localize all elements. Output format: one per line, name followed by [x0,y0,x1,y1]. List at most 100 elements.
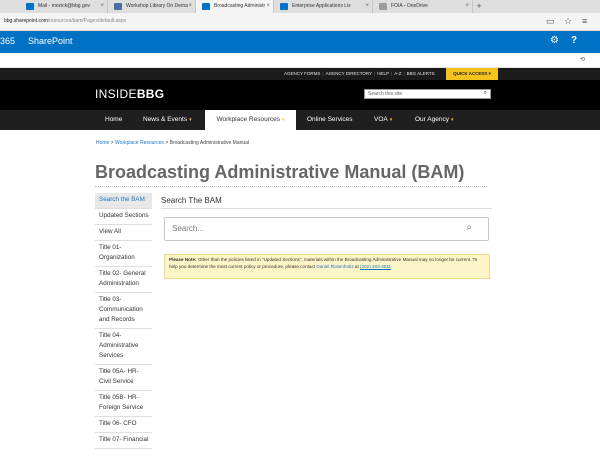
title-divider [95,186,487,187]
sharepoint-suite-bar: 365 SharePoint ⚙ ? [0,31,600,53]
section-divider [161,208,492,209]
bam-search-input[interactable]: Search... ⌕ [164,217,489,241]
url-path: /resources/bam/Pages/default.aspx [47,18,127,24]
browser-tab-strip: Mail - mozick@bbg.gov × Workshop Library… [0,0,600,13]
left-nav-item-view-all[interactable]: View All [95,225,152,241]
outlook-icon [26,3,34,10]
hub-icon[interactable]: ≡ [582,16,587,26]
phone-link[interactable]: (202) 203-4011 [360,264,391,269]
separator: | [322,71,324,76]
left-nav-item-title-03[interactable]: Title 03- Communication and Records [95,293,152,329]
left-nav-item-title-01[interactable]: Title 01- Organization [95,241,152,267]
left-nav-item-title-06[interactable]: Title 06- CFO [95,417,152,433]
tab-title: Mail - mozick@bbg.gov [38,3,91,9]
quick-access-button[interactable]: QUICK ACCESS ▾ [446,68,498,80]
breadcrumb-home[interactable]: Home [96,140,109,146]
browser-tab-foia[interactable]: FOIA - OneDrive × [373,0,473,13]
logo-inside: INSIDE [95,87,137,101]
separator: | [374,71,376,76]
nav-item-workplace-resources[interactable]: Workplace Resources ▾ [205,110,296,130]
search-section-title: Search The BAM [161,196,222,205]
separator: | [391,71,393,76]
notice-label: Please Note: [169,257,197,262]
library-icon [114,3,122,10]
url-text[interactable]: bbg.sharepoint.com/resources/bam/Pages/d… [4,18,126,24]
chevron-down-icon: ▾ [450,117,454,123]
nav-label: VOA [374,116,388,123]
close-icon[interactable]: × [365,0,369,13]
contact-link[interactable]: Daniel Rosenholtz [316,264,353,269]
sharepoint-icon [202,3,210,10]
site-search-input[interactable]: Search this site ⌕ [364,89,491,99]
browser-tab-enterprise[interactable]: Enterprise Applications Lis × [274,0,373,13]
sharepoint-app-title[interactable]: SharePoint [28,36,73,46]
sync-icon[interactable]: ⟲ [580,56,585,63]
left-nav: Search the BAM Updated Sections View All… [95,193,152,449]
tab-title: Workshop Library On Dema [126,3,188,9]
utility-bar: AGENCY FORMS | AGENCY DIRECTORY | HELP | A-Z | B… [0,68,600,80]
help-icon[interactable]: ? [571,35,577,46]
nav-label: News & Events [143,116,188,123]
browser-tab-workshop[interactable]: Workshop Library On Dema × [108,0,196,13]
browser-tab-bam[interactable]: Broadcasting Administr × [196,0,274,13]
nav-item-news-events[interactable]: News & Events ▾ [143,110,192,130]
main-nav: Home News & Events ▾ Workplace Resources ▾… [0,110,600,130]
util-link-help[interactable]: HELP [377,71,389,76]
excel-icon [280,3,288,10]
tab-title: Enterprise Applications Lis [292,3,351,9]
close-icon[interactable]: × [266,0,270,13]
search-icon[interactable]: ⌕ [466,222,472,233]
site-header: INSIDEBBG Search this site ⌕ [0,80,600,110]
url-domain: bbg.sharepoint.com [4,18,48,24]
site-search-placeholder: Search this site [368,91,403,97]
breadcrumb-separator: > [165,140,169,146]
favorite-star-icon[interactable]: ☆ [564,16,572,27]
util-link-a-z[interactable]: A-Z [394,71,401,76]
breadcrumb-current: Broadcasting Administrative Manual [169,140,250,146]
nav-label: Home [105,116,123,123]
left-nav-item-title-05b[interactable]: Title 05B- HR- Foreign Service [95,391,152,417]
left-nav-item-title-02[interactable]: Title 02- General Administration [95,267,152,293]
left-nav-item-title-04[interactable]: Title 04- Administrative Services [95,329,152,365]
inside-bbg-logo[interactable]: INSIDEBBG [95,87,164,101]
reading-view-icon[interactable]: ▭ [546,16,555,27]
tab-title: FOIA - OneDrive [391,3,428,9]
office365-label[interactable]: 365 [0,36,15,46]
nav-item-our-agency[interactable]: Our Agency ▾ [415,110,453,130]
close-icon[interactable]: × [100,0,104,13]
left-nav-item-title-07[interactable]: Title 07- Financial [95,433,152,449]
nav-item-home[interactable]: Home [105,110,122,130]
nav-label: Our Agency [415,116,449,123]
left-nav-item-updated-sections[interactable]: Updated Sections [95,209,152,225]
chevron-down-icon: ▾ [189,117,192,123]
util-link-bbg-alerts[interactable]: BBG ALERTS [407,71,435,76]
left-nav-item-title-05a[interactable]: Title 05A- HR- Civil Service [95,365,152,391]
chevron-down-icon: ▾ [389,117,393,123]
breadcrumb-separator: > [110,140,114,146]
gear-icon[interactable]: ⚙ [550,35,559,46]
nav-label: Online Services [307,116,353,123]
utility-links: AGENCY FORMS | AGENCY DIRECTORY | HELP | A-Z | B… [284,68,435,80]
separator: | [403,71,405,76]
util-link-agency-forms[interactable]: AGENCY FORMS [284,71,320,76]
close-icon[interactable]: × [465,0,469,13]
bam-search-placeholder: Search... [172,224,205,233]
new-tab-button[interactable]: + [473,0,485,13]
nav-label: Workplace Resources [216,116,280,123]
search-icon[interactable]: ⌕ [484,90,487,97]
breadcrumb: Home > Workplace Resources > Broadcastin… [96,140,249,146]
util-link-agency-directory[interactable]: AGENCY DIRECTORY [326,71,373,76]
browser-tab-mail[interactable]: Mail - mozick@bbg.gov × [20,0,108,13]
address-bar[interactable]: bbg.sharepoint.com/resources/bam/Pages/d… [0,13,600,31]
logo-bbg: BBG [136,87,165,101]
nav-item-voa[interactable]: VOA ▾ [374,110,392,130]
ribbon-bar: ⟲ [0,53,600,68]
onedrive-icon [379,3,387,10]
breadcrumb-workplace-resources[interactable]: Workplace Resources [115,140,164,146]
chevron-down-icon: ▾ [281,117,285,123]
left-nav-item-search-bam[interactable]: Search the BAM [95,193,152,209]
tab-title: Broadcasting Administr [214,3,266,9]
close-icon[interactable]: × [188,0,192,13]
nav-item-online-services[interactable]: Online Services [307,110,353,130]
page-title: Broadcasting Administrative Manual (BAM) [95,162,465,182]
